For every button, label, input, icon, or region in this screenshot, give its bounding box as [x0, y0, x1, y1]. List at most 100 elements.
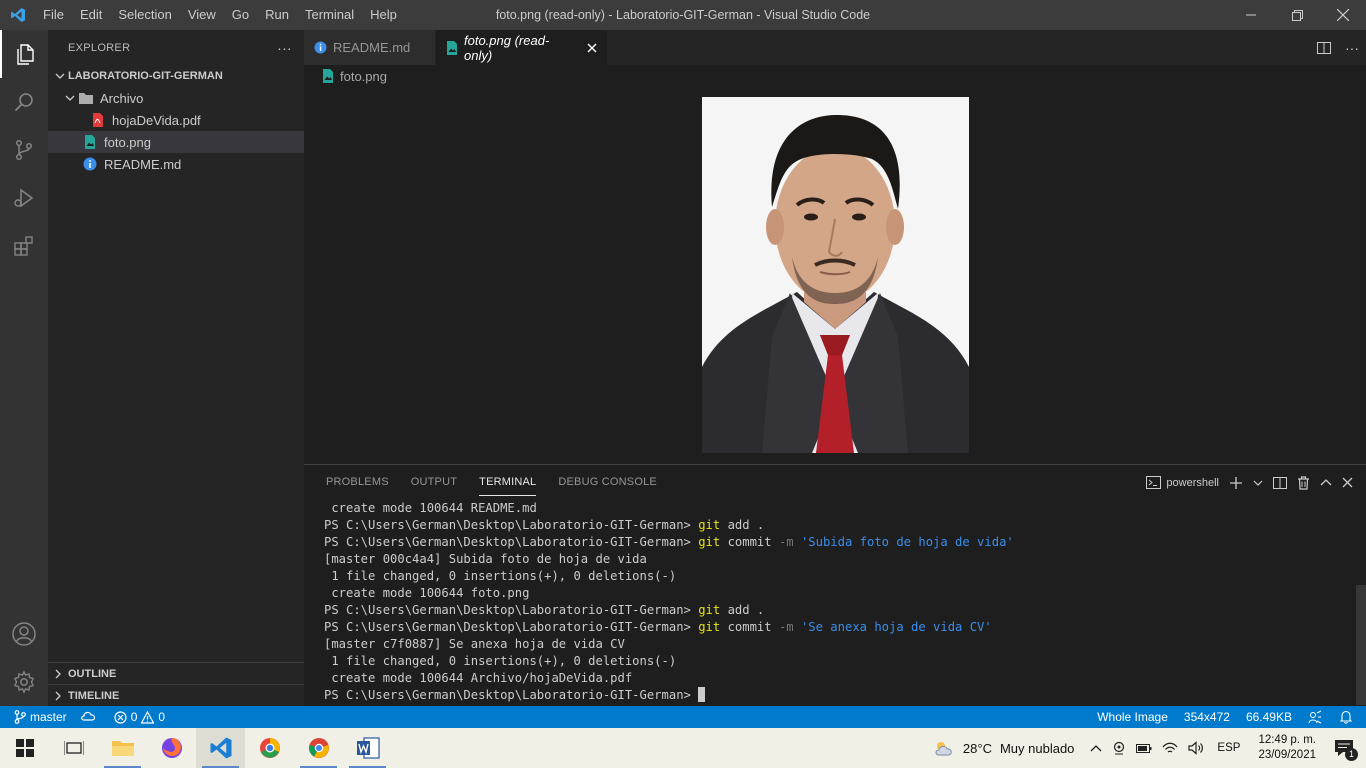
- feedback-icon[interactable]: [1300, 706, 1334, 728]
- terminal-flag: -m: [778, 620, 794, 634]
- clock[interactable]: 12:49 p. m. 23/09/2021: [1248, 733, 1326, 763]
- battery-icon[interactable]: [1131, 728, 1157, 768]
- tab-output[interactable]: OUTPUT: [403, 465, 465, 500]
- tab-problems[interactable]: PROBLEMS: [318, 465, 397, 500]
- more-actions-button[interactable]: ···: [277, 40, 292, 56]
- workspace-root[interactable]: LABORATORIO-GIT-GERMAN: [48, 65, 304, 87]
- tab-readme[interactable]: README.md: [304, 30, 436, 65]
- portrait-photo[interactable]: [702, 97, 969, 453]
- extensions-icon[interactable]: [0, 222, 48, 270]
- close-panel-icon[interactable]: [1337, 465, 1358, 500]
- terminal-scrollbar[interactable]: [1356, 585, 1366, 705]
- settings-gear-icon[interactable]: [0, 658, 48, 706]
- wifi-icon[interactable]: [1157, 728, 1183, 768]
- tab-foto[interactable]: foto.png (read-only): [436, 30, 608, 65]
- timeline-section[interactable]: TIMELINE: [48, 684, 304, 706]
- start-windows-icon[interactable]: [0, 728, 49, 768]
- tree-item-foto[interactable]: foto.png: [48, 131, 304, 153]
- split-terminal-icon[interactable]: [1268, 465, 1292, 500]
- tab-debug-console[interactable]: DEBUG CONSOLE: [550, 465, 665, 500]
- webcam-icon[interactable]: [1107, 728, 1131, 768]
- window-controls: [1228, 0, 1366, 30]
- file-explorer-folder-icon[interactable]: [98, 728, 147, 768]
- menu-edit[interactable]: Edit: [72, 0, 110, 30]
- branch-indicator[interactable]: master: [0, 706, 74, 728]
- terminal-output[interactable]: create mode 100644 README.md PS C:\Users\…: [324, 500, 1350, 706]
- menu-run[interactable]: Run: [257, 0, 297, 30]
- firefox-icon[interactable]: [147, 728, 196, 768]
- chevron-down-icon[interactable]: [1248, 465, 1268, 500]
- tab-terminal[interactable]: TERMINAL: [471, 465, 544, 500]
- explorer-icon[interactable]: [0, 30, 48, 78]
- image-zoom-mode[interactable]: Whole Image: [1089, 706, 1176, 728]
- tree-item-readme[interactable]: README.md: [48, 153, 304, 175]
- terminal-shell-label: powershell: [1166, 476, 1219, 489]
- terminal-command: git: [698, 603, 721, 617]
- terminal-cursor: [698, 687, 706, 702]
- weather-widget[interactable]: 28°C Muy nublado: [928, 728, 1080, 768]
- image-dimensions: 354x472: [1183, 710, 1230, 724]
- run-debug-icon[interactable]: [0, 174, 48, 222]
- error-icon: [114, 710, 127, 724]
- outline-section[interactable]: OUTLINE: [48, 662, 304, 684]
- sync-icon[interactable]: [74, 706, 107, 728]
- image-file-icon: [82, 134, 98, 150]
- restore-button[interactable]: [1274, 0, 1320, 30]
- more-actions-icon[interactable]: ···: [1338, 30, 1366, 65]
- vscode-logo-icon[interactable]: [0, 0, 35, 30]
- problems-indicator[interactable]: 0 0: [107, 706, 172, 728]
- menu-help[interactable]: Help: [362, 0, 405, 30]
- terminal-args: commit: [720, 535, 779, 549]
- terminal-args: commit: [720, 620, 779, 634]
- minimize-button[interactable]: [1228, 0, 1274, 30]
- menu-bar: File Edit Selection View Go Run Terminal…: [35, 0, 405, 30]
- windows-taskbar: 28°C Muy nublado ESP 12:49 p. m. 23/09/2…: [0, 728, 1366, 768]
- editor-actions: ···: [1310, 30, 1366, 65]
- tab-label: README.md: [333, 40, 411, 55]
- split-editor-icon[interactable]: [1310, 30, 1338, 65]
- close-window-button[interactable]: [1320, 0, 1366, 30]
- search-icon[interactable]: [0, 78, 48, 126]
- input-language[interactable]: ESP: [1209, 728, 1248, 768]
- image-preview-area: [304, 87, 1366, 464]
- notifications-bell-icon[interactable]: [1334, 706, 1366, 728]
- tree-item-label: README.md: [104, 156, 182, 172]
- accounts-icon[interactable]: [0, 610, 48, 658]
- tree-item-archivo[interactable]: Archivo: [48, 87, 304, 109]
- volume-icon[interactable]: [1183, 728, 1209, 768]
- workspace-root-label: LABORATORIO-GIT-GERMAN: [68, 70, 223, 82]
- editor-tabs: README.md foto.png (read-only) ···: [304, 30, 1366, 65]
- terminal-flag: -m: [778, 535, 794, 549]
- task-view-icon[interactable]: [49, 728, 98, 768]
- menu-go[interactable]: Go: [224, 0, 257, 30]
- tree-item-label: Archivo: [100, 90, 144, 106]
- clock-date: 23/09/2021: [1258, 749, 1316, 761]
- menu-terminal[interactable]: Terminal: [297, 0, 362, 30]
- chrome-icon[interactable]: [294, 728, 343, 768]
- status-right: Whole Image 354x472 66.49KB: [1089, 706, 1366, 728]
- terminal-selector[interactable]: powershell: [1141, 465, 1224, 500]
- terminal-line: create mode 100644 README.md: [324, 500, 1350, 517]
- weather-temp: 28°C: [962, 740, 992, 756]
- terminal-output-text: create mode 100644 README.md: [324, 501, 537, 515]
- menu-view[interactable]: View: [180, 0, 224, 30]
- show-hidden-chevron-up-icon[interactable]: [1085, 728, 1107, 768]
- trash-icon[interactable]: [1292, 465, 1315, 500]
- new-terminal-plus-icon[interactable]: [1224, 465, 1248, 500]
- word-icon[interactable]: [343, 728, 392, 768]
- notification-center-icon[interactable]: 1: [1326, 728, 1366, 768]
- maximize-panel-chevron-up-icon[interactable]: [1315, 465, 1337, 500]
- breadcrumb-file[interactable]: foto.png: [340, 69, 387, 84]
- terminal-prompt: PS C:\Users\German\Desktop\Laboratorio-G…: [324, 688, 699, 702]
- browser-icon[interactable]: [245, 728, 294, 768]
- system-tray: 28°C Muy nublado ESP 12:49 p. m. 23/09/2…: [928, 728, 1366, 768]
- terminal-args: add .: [720, 603, 765, 617]
- menu-file[interactable]: File: [35, 0, 72, 30]
- tree-item-hojadevida[interactable]: hojaDeVida.pdf: [48, 109, 304, 131]
- terminal-output-text: 1 file changed, 0 insertions(+), 0 delet…: [324, 569, 677, 583]
- source-control-icon[interactable]: [0, 126, 48, 174]
- close-icon[interactable]: [587, 43, 597, 53]
- bottom-panel: PROBLEMS OUTPUT TERMINAL DEBUG CONSOLE p…: [304, 464, 1366, 706]
- menu-selection[interactable]: Selection: [110, 0, 179, 30]
- vscode-taskbar-icon[interactable]: [196, 728, 245, 768]
